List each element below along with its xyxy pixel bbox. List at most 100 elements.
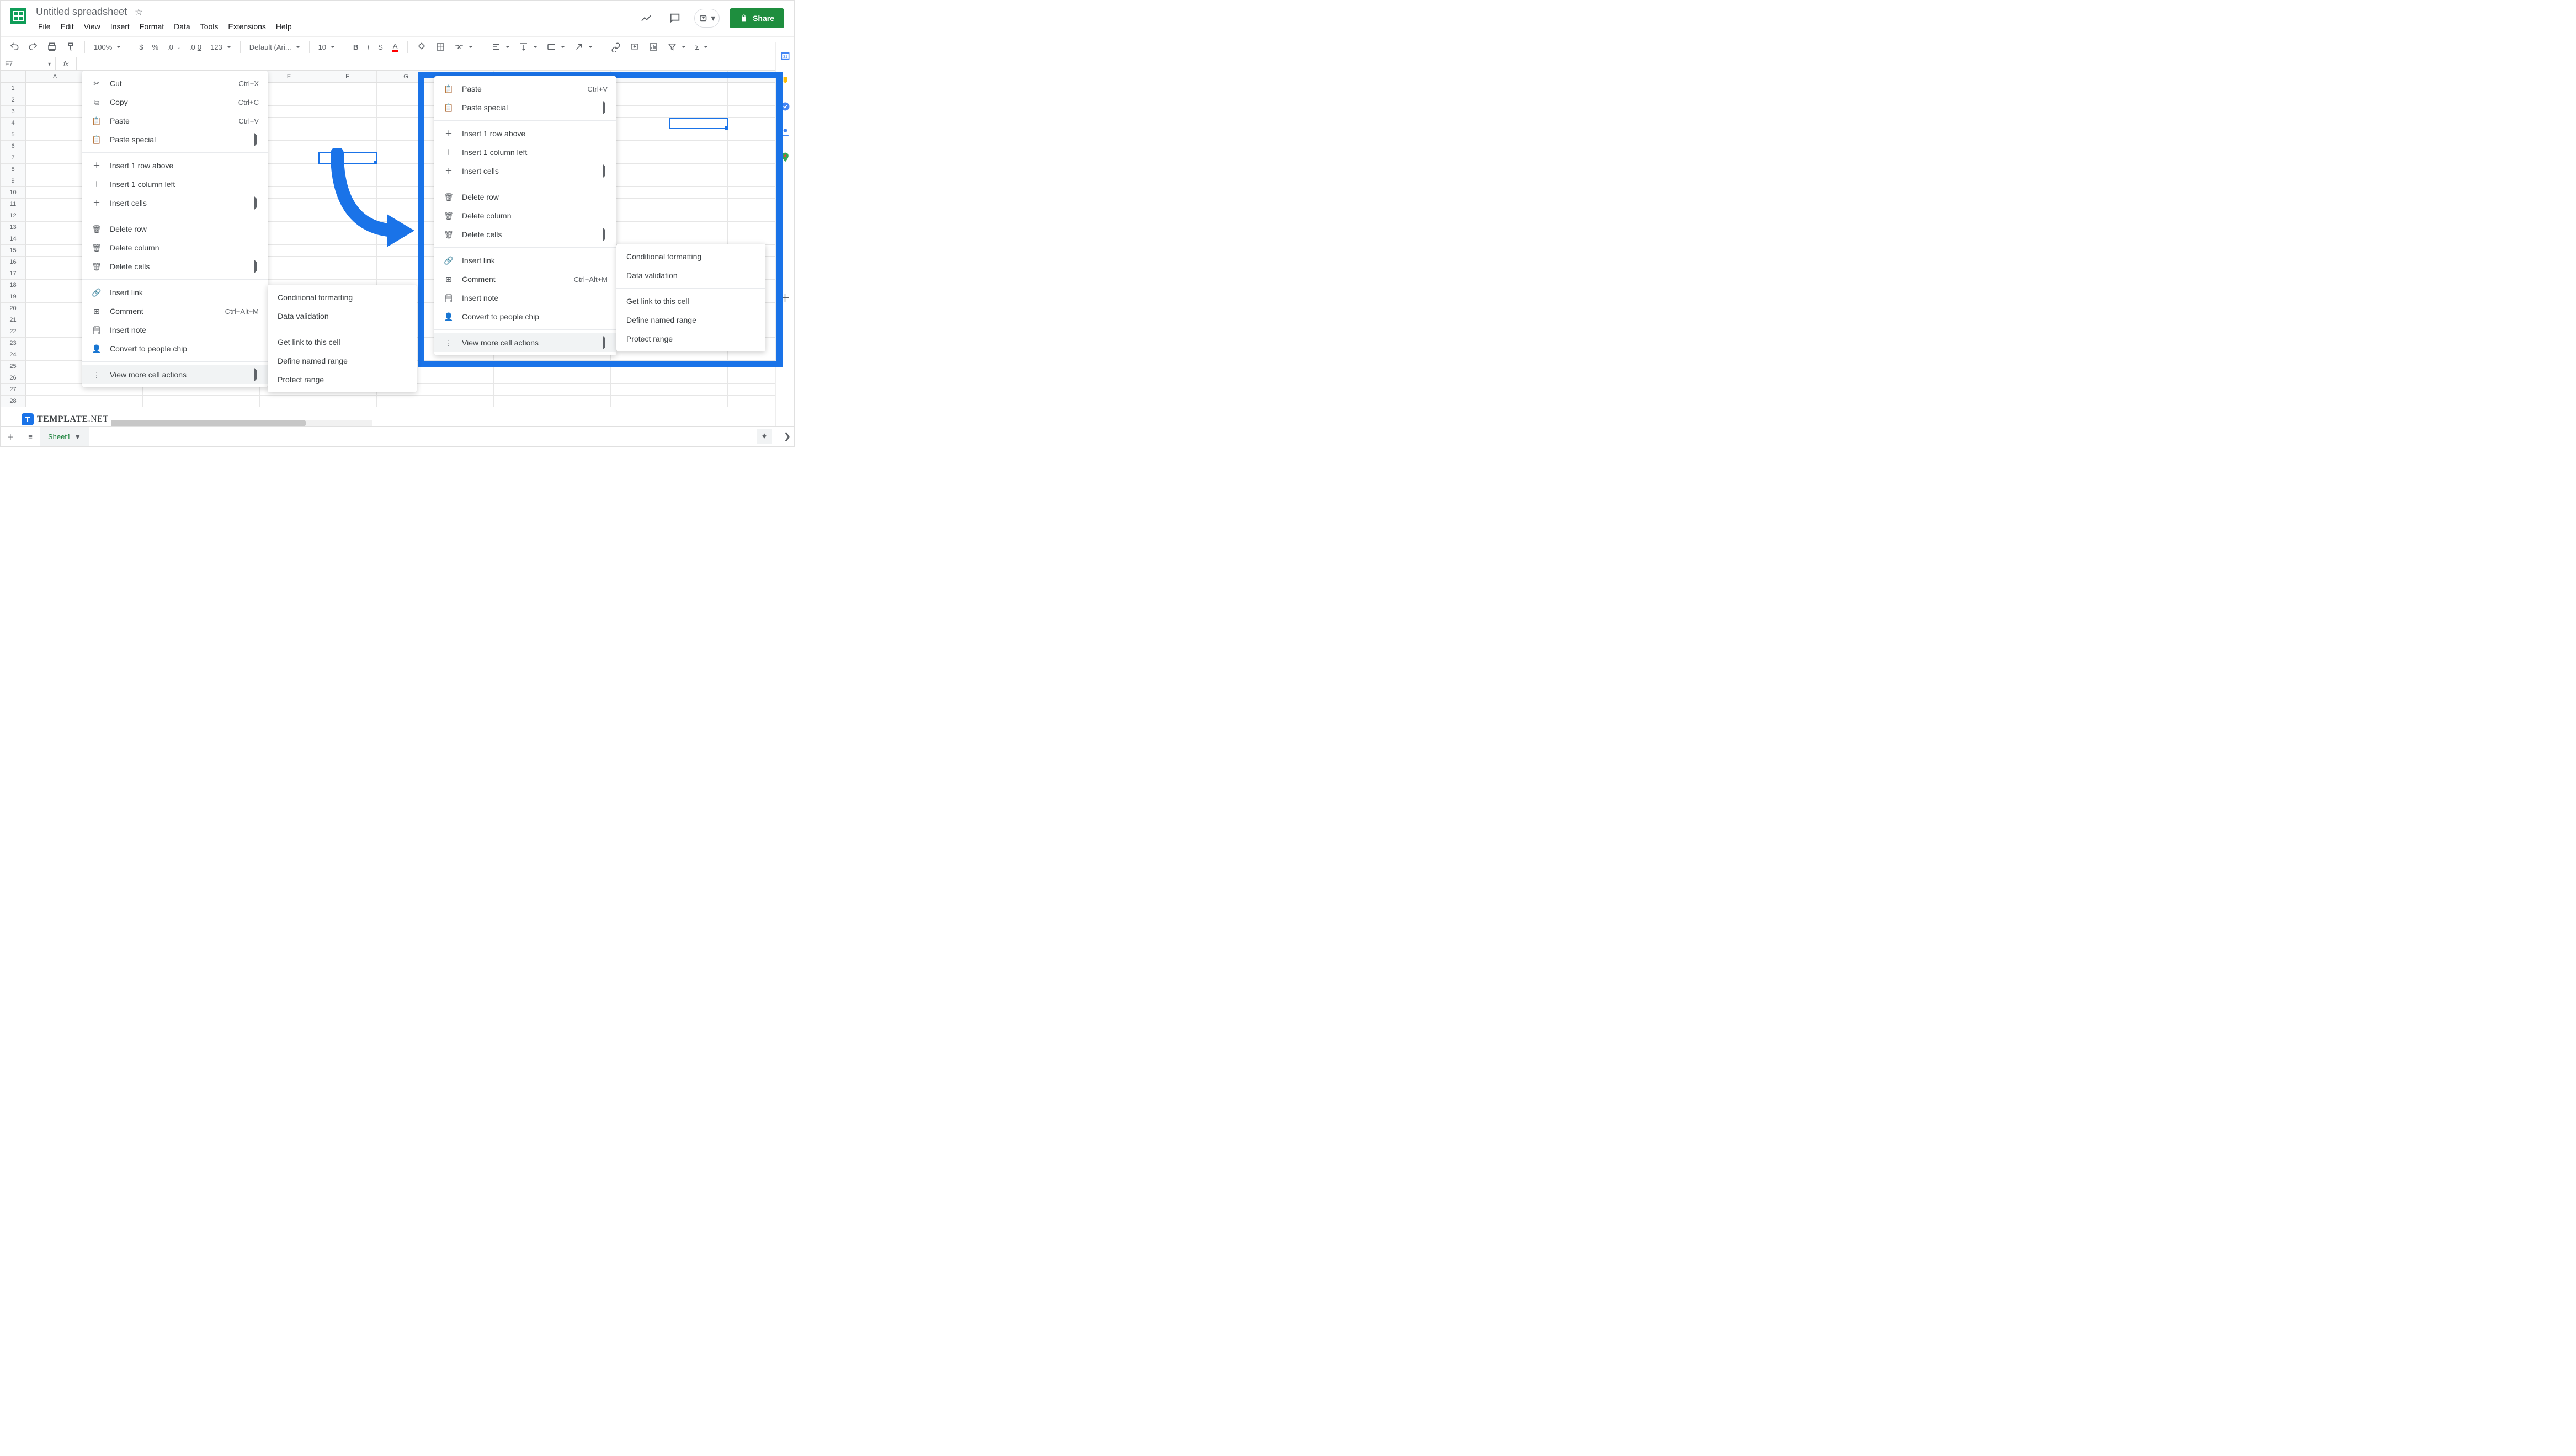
ctx-delete-cells[interactable]: 🗑Delete cells: [82, 257, 268, 276]
cell[interactable]: [26, 175, 84, 187]
spreadsheet-grid[interactable]: A B C D E F G H I J K L 1234567891011121…: [1, 71, 794, 428]
ctx2-delete-col[interactable]: 🗑Delete column: [434, 206, 616, 225]
cell[interactable]: [260, 141, 318, 152]
cell[interactable]: [260, 129, 318, 141]
cell[interactable]: [143, 396, 201, 407]
col-header[interactable]: E: [260, 71, 318, 82]
sub2-named-range[interactable]: Define named range: [616, 311, 765, 329]
row-header[interactable]: 16: [1, 257, 26, 268]
sub2-get-link[interactable]: Get link to this cell: [616, 292, 765, 311]
add-sheet-icon[interactable]: ＋: [1, 427, 20, 447]
cell[interactable]: [201, 396, 260, 407]
share-button[interactable]: Share: [730, 8, 784, 28]
row-header[interactable]: 19: [1, 291, 26, 303]
italic-icon[interactable]: I: [364, 37, 372, 57]
cell[interactable]: [552, 396, 611, 407]
select-all-corner[interactable]: [1, 71, 26, 82]
merge-icon[interactable]: [451, 37, 476, 57]
menu-extensions[interactable]: Extensions: [223, 20, 270, 33]
ctx-cut[interactable]: ✂CutCtrl+X: [82, 74, 268, 93]
menu-file[interactable]: File: [34, 20, 55, 33]
cell[interactable]: [611, 384, 669, 396]
cell[interactable]: [26, 141, 84, 152]
ctx2-insert-row[interactable]: ＋Insert 1 row above: [434, 124, 616, 143]
menu-data[interactable]: Data: [169, 20, 195, 33]
name-box[interactable]: F7▼: [1, 57, 56, 70]
cell[interactable]: [318, 396, 377, 407]
cell[interactable]: [26, 326, 84, 338]
cell[interactable]: [26, 338, 84, 349]
cell[interactable]: [260, 233, 318, 245]
cell[interactable]: [26, 106, 84, 118]
all-sheets-icon[interactable]: ≡: [20, 427, 40, 447]
menu-insert[interactable]: Insert: [106, 20, 134, 33]
paint-format-icon[interactable]: [62, 37, 79, 57]
cell[interactable]: [318, 129, 377, 141]
cell[interactable]: [318, 118, 377, 129]
cell[interactable]: [260, 199, 318, 210]
menu-view[interactable]: View: [79, 20, 105, 33]
fill-color-icon[interactable]: [413, 37, 430, 57]
cell[interactable]: [669, 372, 728, 384]
cell[interactable]: [377, 396, 435, 407]
cell[interactable]: [26, 396, 84, 407]
cell[interactable]: [26, 222, 84, 233]
valign-icon[interactable]: [515, 37, 541, 57]
sub-protect-range[interactable]: Protect range: [268, 370, 417, 389]
cell[interactable]: [260, 257, 318, 268]
cell[interactable]: [26, 384, 84, 396]
ctx2-people-chip[interactable]: 👤Convert to people chip: [434, 307, 616, 326]
cell[interactable]: [260, 118, 318, 129]
row-header[interactable]: 18: [1, 280, 26, 291]
row-header[interactable]: 6: [1, 141, 26, 152]
history-icon[interactable]: [637, 9, 656, 28]
row-header[interactable]: 10: [1, 187, 26, 199]
comments-icon[interactable]: [666, 9, 684, 28]
cell[interactable]: [552, 372, 611, 384]
filter-icon[interactable]: [664, 37, 689, 57]
menu-help[interactable]: Help: [272, 20, 296, 33]
cell[interactable]: [260, 210, 318, 222]
ctx2-paste[interactable]: 📋PasteCtrl+V: [434, 79, 616, 98]
row-header[interactable]: 23: [1, 338, 26, 349]
cell[interactable]: [260, 164, 318, 175]
sub-cond-format[interactable]: Conditional formatting: [268, 288, 417, 307]
cell[interactable]: [318, 106, 377, 118]
row-header[interactable]: 14: [1, 233, 26, 245]
row-header[interactable]: 9: [1, 175, 26, 187]
cell[interactable]: [26, 257, 84, 268]
row-header[interactable]: 26: [1, 372, 26, 384]
sheets-logo[interactable]: [7, 5, 29, 27]
borders-icon[interactable]: [432, 37, 449, 57]
cell[interactable]: [26, 233, 84, 245]
cell[interactable]: [669, 384, 728, 396]
cell[interactable]: [26, 199, 84, 210]
col-header[interactable]: F: [318, 71, 377, 82]
cell[interactable]: [260, 152, 318, 164]
cell[interactable]: [26, 118, 84, 129]
row-header[interactable]: 2: [1, 94, 26, 106]
doc-title[interactable]: Untitled spreadsheet: [34, 5, 129, 19]
cell[interactable]: [435, 372, 494, 384]
cell[interactable]: [26, 210, 84, 222]
increase-decimal[interactable]: .00: [186, 37, 205, 57]
ctx2-comment[interactable]: ⊞CommentCtrl+Alt+M: [434, 270, 616, 289]
menu-edit[interactable]: Edit: [56, 20, 78, 33]
ctx2-view-more[interactable]: ⋮View more cell actions: [434, 333, 616, 352]
zoom-select[interactable]: 100%: [91, 37, 124, 57]
ctx-paste[interactable]: 📋PasteCtrl+V: [82, 111, 268, 130]
ctx-insert-col[interactable]: ＋Insert 1 column left: [82, 175, 268, 194]
cell[interactable]: [260, 187, 318, 199]
row-header[interactable]: 25: [1, 361, 26, 372]
cell[interactable]: [260, 396, 318, 407]
star-icon[interactable]: ☆: [135, 7, 142, 18]
meet-present-icon[interactable]: ▾: [694, 9, 720, 28]
font-select[interactable]: Default (Ari...: [246, 37, 304, 57]
cell[interactable]: [26, 280, 84, 291]
print-icon[interactable]: [44, 37, 60, 57]
row-header[interactable]: 3: [1, 106, 26, 118]
ctx-delete-row[interactable]: 🗑Delete row: [82, 220, 268, 238]
cell[interactable]: [26, 164, 84, 175]
cell[interactable]: [260, 94, 318, 106]
ctx-insert-note[interactable]: 🗒Insert note: [82, 321, 268, 339]
